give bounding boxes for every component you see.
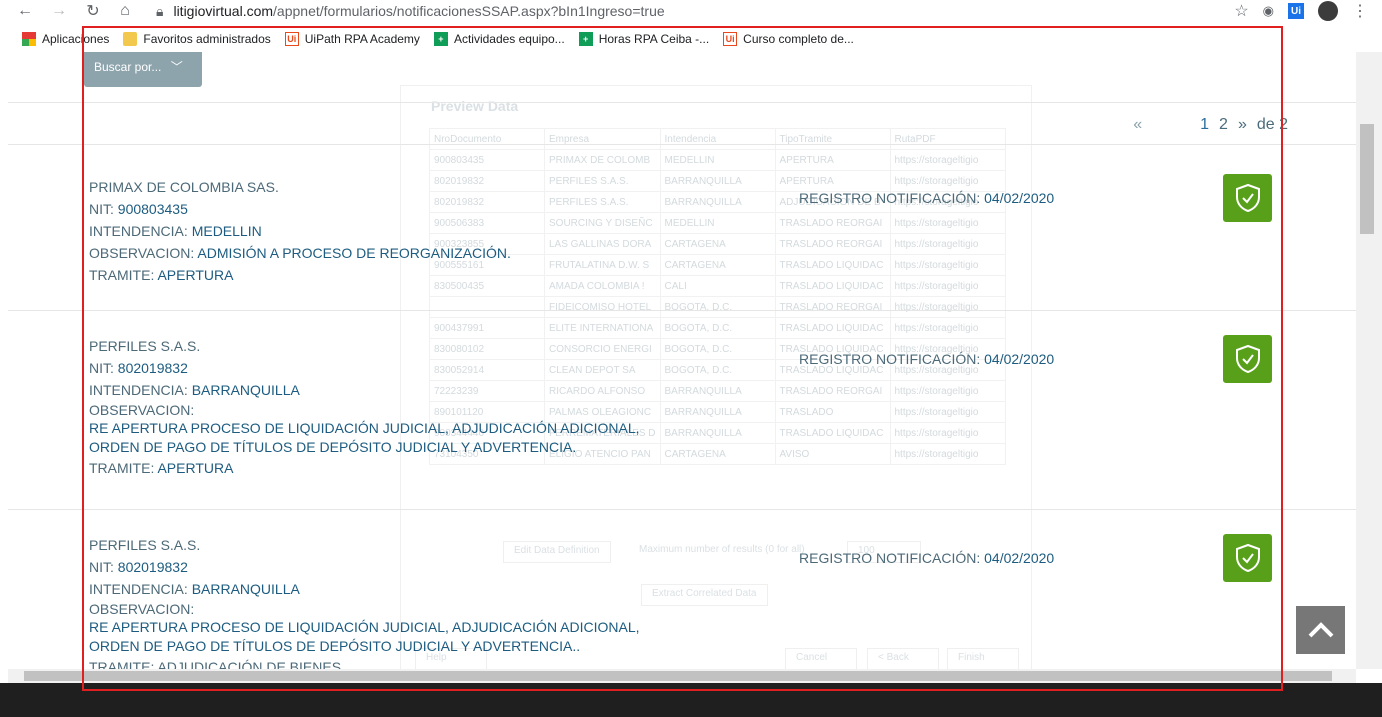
registro-notificacion: REGISTRO NOTIFICACIÓN: 04/02/2020 (799, 550, 1055, 566)
registro-notificacion: REGISTRO NOTIFICACIÓN: 04/02/2020 (799, 190, 1055, 206)
uipath-icon: Ui (723, 32, 738, 46)
notification-card: PERFILES S.A.S. NIT: 802019832 INTENDENC… (8, 310, 1356, 509)
extension-icon[interactable]: ◉ (1263, 3, 1274, 19)
star-icon[interactable]: ☆ (1234, 1, 1248, 21)
sheets-icon: + (433, 32, 448, 46)
scrollbar-thumb[interactable] (24, 671, 1332, 681)
back-arrow-icon[interactable]: ← (14, 2, 36, 20)
divider (8, 102, 1356, 103)
bookmark-actividades[interactable]: + Actividades equipo... (433, 32, 565, 46)
scroll-to-top-button[interactable] (1296, 606, 1345, 654)
bookmark-favoritos[interactable]: Favoritos administrados (123, 32, 271, 46)
chevron-up-icon (1308, 622, 1333, 638)
company-name: PERFILES S.A.S. (89, 537, 201, 553)
avatar[interactable] (1318, 1, 1338, 21)
observacion-text-line1: RE APERTURA PROCESO DE LIQUIDACIÓN JUDIC… (89, 619, 640, 635)
nit-line: NIT: 900803435 (89, 201, 188, 217)
bookmark-curso[interactable]: Ui Curso completo de... (723, 32, 854, 46)
home-icon[interactable]: ⌂ (114, 2, 136, 20)
shield-check-icon (1235, 543, 1260, 573)
observacion-text-line2: ORDEN DE PAGO DE TÍTULOS DE DEPÓSITO JUD… (89, 638, 581, 654)
shield-check-button[interactable] (1223, 534, 1272, 582)
observacion-text-line1: RE APERTURA PROCESO DE LIQUIDACIÓN JUDIC… (89, 420, 640, 436)
reload-icon[interactable]: ↻ (82, 1, 104, 21)
uipath-extension-icon[interactable]: Ui (1288, 3, 1304, 19)
menu-icon[interactable]: ⋮ (1352, 1, 1368, 21)
bookmark-horas[interactable]: + Horas RPA Ceiba -... (578, 32, 709, 46)
taskbar (0, 683, 1382, 717)
nit-line: NIT: 802019832 (89, 360, 188, 376)
shield-check-button[interactable] (1223, 335, 1272, 383)
shield-check-icon (1235, 344, 1260, 374)
sheets-icon: + (578, 32, 593, 46)
horizontal-scrollbar[interactable] (8, 669, 1356, 683)
folder-icon (123, 32, 138, 46)
notification-card: PERFILES S.A.S. NIT: 802019832 INTENDENC… (8, 509, 1356, 669)
bookmarks-bar: Aplicaciones Favoritos administrados Ui U… (0, 26, 1382, 52)
observacion-label: OBSERVACION: (89, 402, 195, 418)
company-name: PRIMAX DE COLOMBIA SAS. (89, 179, 279, 195)
intendencia-line: INTENDENCIA: BARRANQUILLA (89, 581, 300, 597)
bookmark-aplicaciones[interactable]: Aplicaciones (22, 32, 109, 46)
record-info: PERFILES S.A.S. NIT: 802019832 INTENDENC… (89, 335, 640, 479)
tramite-line-partial: TRAMITE: ADJUDICACIÓN DE BIENES (89, 659, 342, 669)
tramite-line: TRAMITE: APERTURA (89, 267, 234, 283)
observacion-line: OBSERVACION: ADMISIÓN A PROCESO DE REORG… (89, 245, 511, 261)
address-bar-row: ← → ↻ ⌂ 🔒︎ litigiovirtual.com/appnet/for… (0, 0, 1382, 22)
scrollbar-thumb[interactable] (1360, 124, 1374, 234)
observacion-label: OBSERVACION: (89, 601, 195, 617)
pager-total: de 2 (1256, 116, 1288, 133)
vertical-scrollbar[interactable] (1356, 52, 1382, 669)
nit-line: NIT: 802019832 (89, 559, 188, 575)
apps-icon (22, 32, 36, 46)
registro-notificacion: REGISTRO NOTIFICACIÓN: 04/02/2020 (799, 351, 1055, 367)
url-path: /appnet/formularios/notificacionesSSAP.a… (273, 3, 665, 19)
intendencia-line: INTENDENCIA: MEDELLIN (89, 223, 262, 239)
forward-arrow-icon[interactable]: → (48, 2, 70, 20)
pager-next[interactable]: » (1238, 116, 1247, 134)
intendencia-line: INTENDENCIA: BARRANQUILLA (89, 382, 300, 398)
uipath-icon: Ui (284, 32, 299, 46)
record-info: PRIMAX DE COLOMBIA SAS. NIT: 900803435 I… (89, 176, 511, 286)
pager-page-1[interactable]: 1 (1200, 116, 1209, 134)
shield-check-icon (1235, 183, 1260, 213)
dialog-title: Preview Data (431, 98, 519, 114)
bookmark-uipath-academy[interactable]: Ui UiPath RPA Academy (284, 32, 420, 46)
url-field[interactable]: 🔒︎ litigiovirtual.com/appnet/formularios… (156, 3, 665, 20)
notification-card: PRIMAX DE COLOMBIA SAS. NIT: 900803435 I… (8, 144, 1356, 310)
observacion-text-line2: ORDEN DE PAGO DE TÍTULOS DE DEPÓSITO JUD… (89, 439, 577, 455)
tramite-line: TRAMITE: APERTURA (89, 460, 234, 476)
pager-page-2[interactable]: 2 (1219, 116, 1228, 134)
company-name: PERFILES S.A.S. (89, 338, 201, 354)
lock-icon: 🔒︎ (156, 2, 164, 19)
record-info: PERFILES S.A.S. NIT: 802019832 INTENDENC… (89, 534, 640, 669)
pager-prev[interactable]: « (1133, 116, 1142, 134)
shield-check-button[interactable] (1223, 174, 1272, 222)
page-content: Preview Data NroDocumento Empresa Intend… (8, 52, 1356, 669)
search-by-button[interactable]: Buscar por... ﹀ (84, 52, 202, 87)
pagination: « 1 2 » de 2 (1133, 116, 1288, 134)
url-host: litigiovirtual.com (173, 3, 274, 19)
chevron-down-icon: ﹀ (170, 60, 183, 74)
